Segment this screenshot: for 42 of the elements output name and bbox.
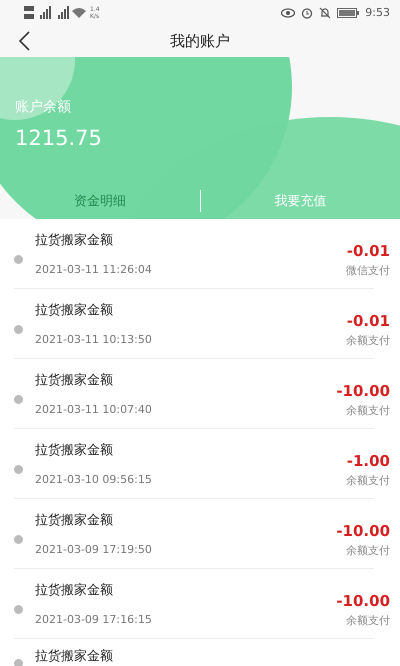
payment-method: 余额支付	[346, 332, 390, 348]
record-time: 2021-03-11 10:13:50	[35, 333, 153, 346]
record-time: 2021-03-11 11:26:04	[35, 263, 153, 276]
alarm-icon	[301, 6, 314, 18]
record-time: 2021-03-09 17:16:15	[35, 613, 153, 626]
payment-method: 余额支付	[346, 472, 390, 488]
battery-icon	[337, 8, 360, 18]
payment-method: 余额支付	[346, 612, 390, 628]
bullet-dot	[14, 325, 23, 334]
record-title: 拉货搬家金额	[35, 302, 114, 319]
record-title: 拉货搬家金额	[35, 512, 114, 529]
record-amount: -0.01	[346, 242, 390, 260]
balance-label: 账户余额	[15, 98, 71, 116]
record-time: 2021-03-10 09:56:15	[35, 473, 153, 486]
tab[interactable]: 资金明细	[0, 186, 200, 216]
bullet-dot	[14, 605, 23, 614]
record-title: 拉货搬家金额	[35, 442, 114, 459]
clock-time: 9:53	[365, 6, 390, 19]
balance-amount: 1215.75	[15, 126, 102, 150]
record-amount: -1.00	[346, 452, 390, 470]
record-amount: -10.00	[336, 592, 390, 610]
record-amount: -0.01	[346, 312, 390, 330]
record-amount: -10.00	[336, 522, 390, 540]
record-time: 2021-03-09 17:19:50	[35, 543, 153, 556]
mute-bell-icon	[319, 6, 332, 18]
eye-icon	[281, 8, 296, 18]
record-title: 拉货搬家金额	[35, 648, 114, 665]
bullet-dot	[14, 395, 23, 404]
payment-method: 余额支付	[346, 542, 390, 558]
signal-icon	[24, 6, 86, 20]
page-title: 我的账户	[170, 32, 230, 50]
record-amount: -10.00	[336, 382, 390, 400]
bullet-dot	[14, 465, 23, 474]
bullet-dot	[14, 255, 23, 264]
payment-method: 余额支付	[346, 402, 390, 418]
record-title: 拉货搬家金额	[35, 372, 114, 389]
record-title: 拉货搬家金额	[35, 232, 114, 249]
bullet-dot	[14, 535, 23, 544]
bullet-dot	[14, 659, 23, 666]
payment-method: 微信支付	[346, 262, 390, 278]
record-time: 2021-03-11 10:07:40	[35, 403, 153, 416]
record-title: 拉货搬家金额	[35, 582, 114, 599]
